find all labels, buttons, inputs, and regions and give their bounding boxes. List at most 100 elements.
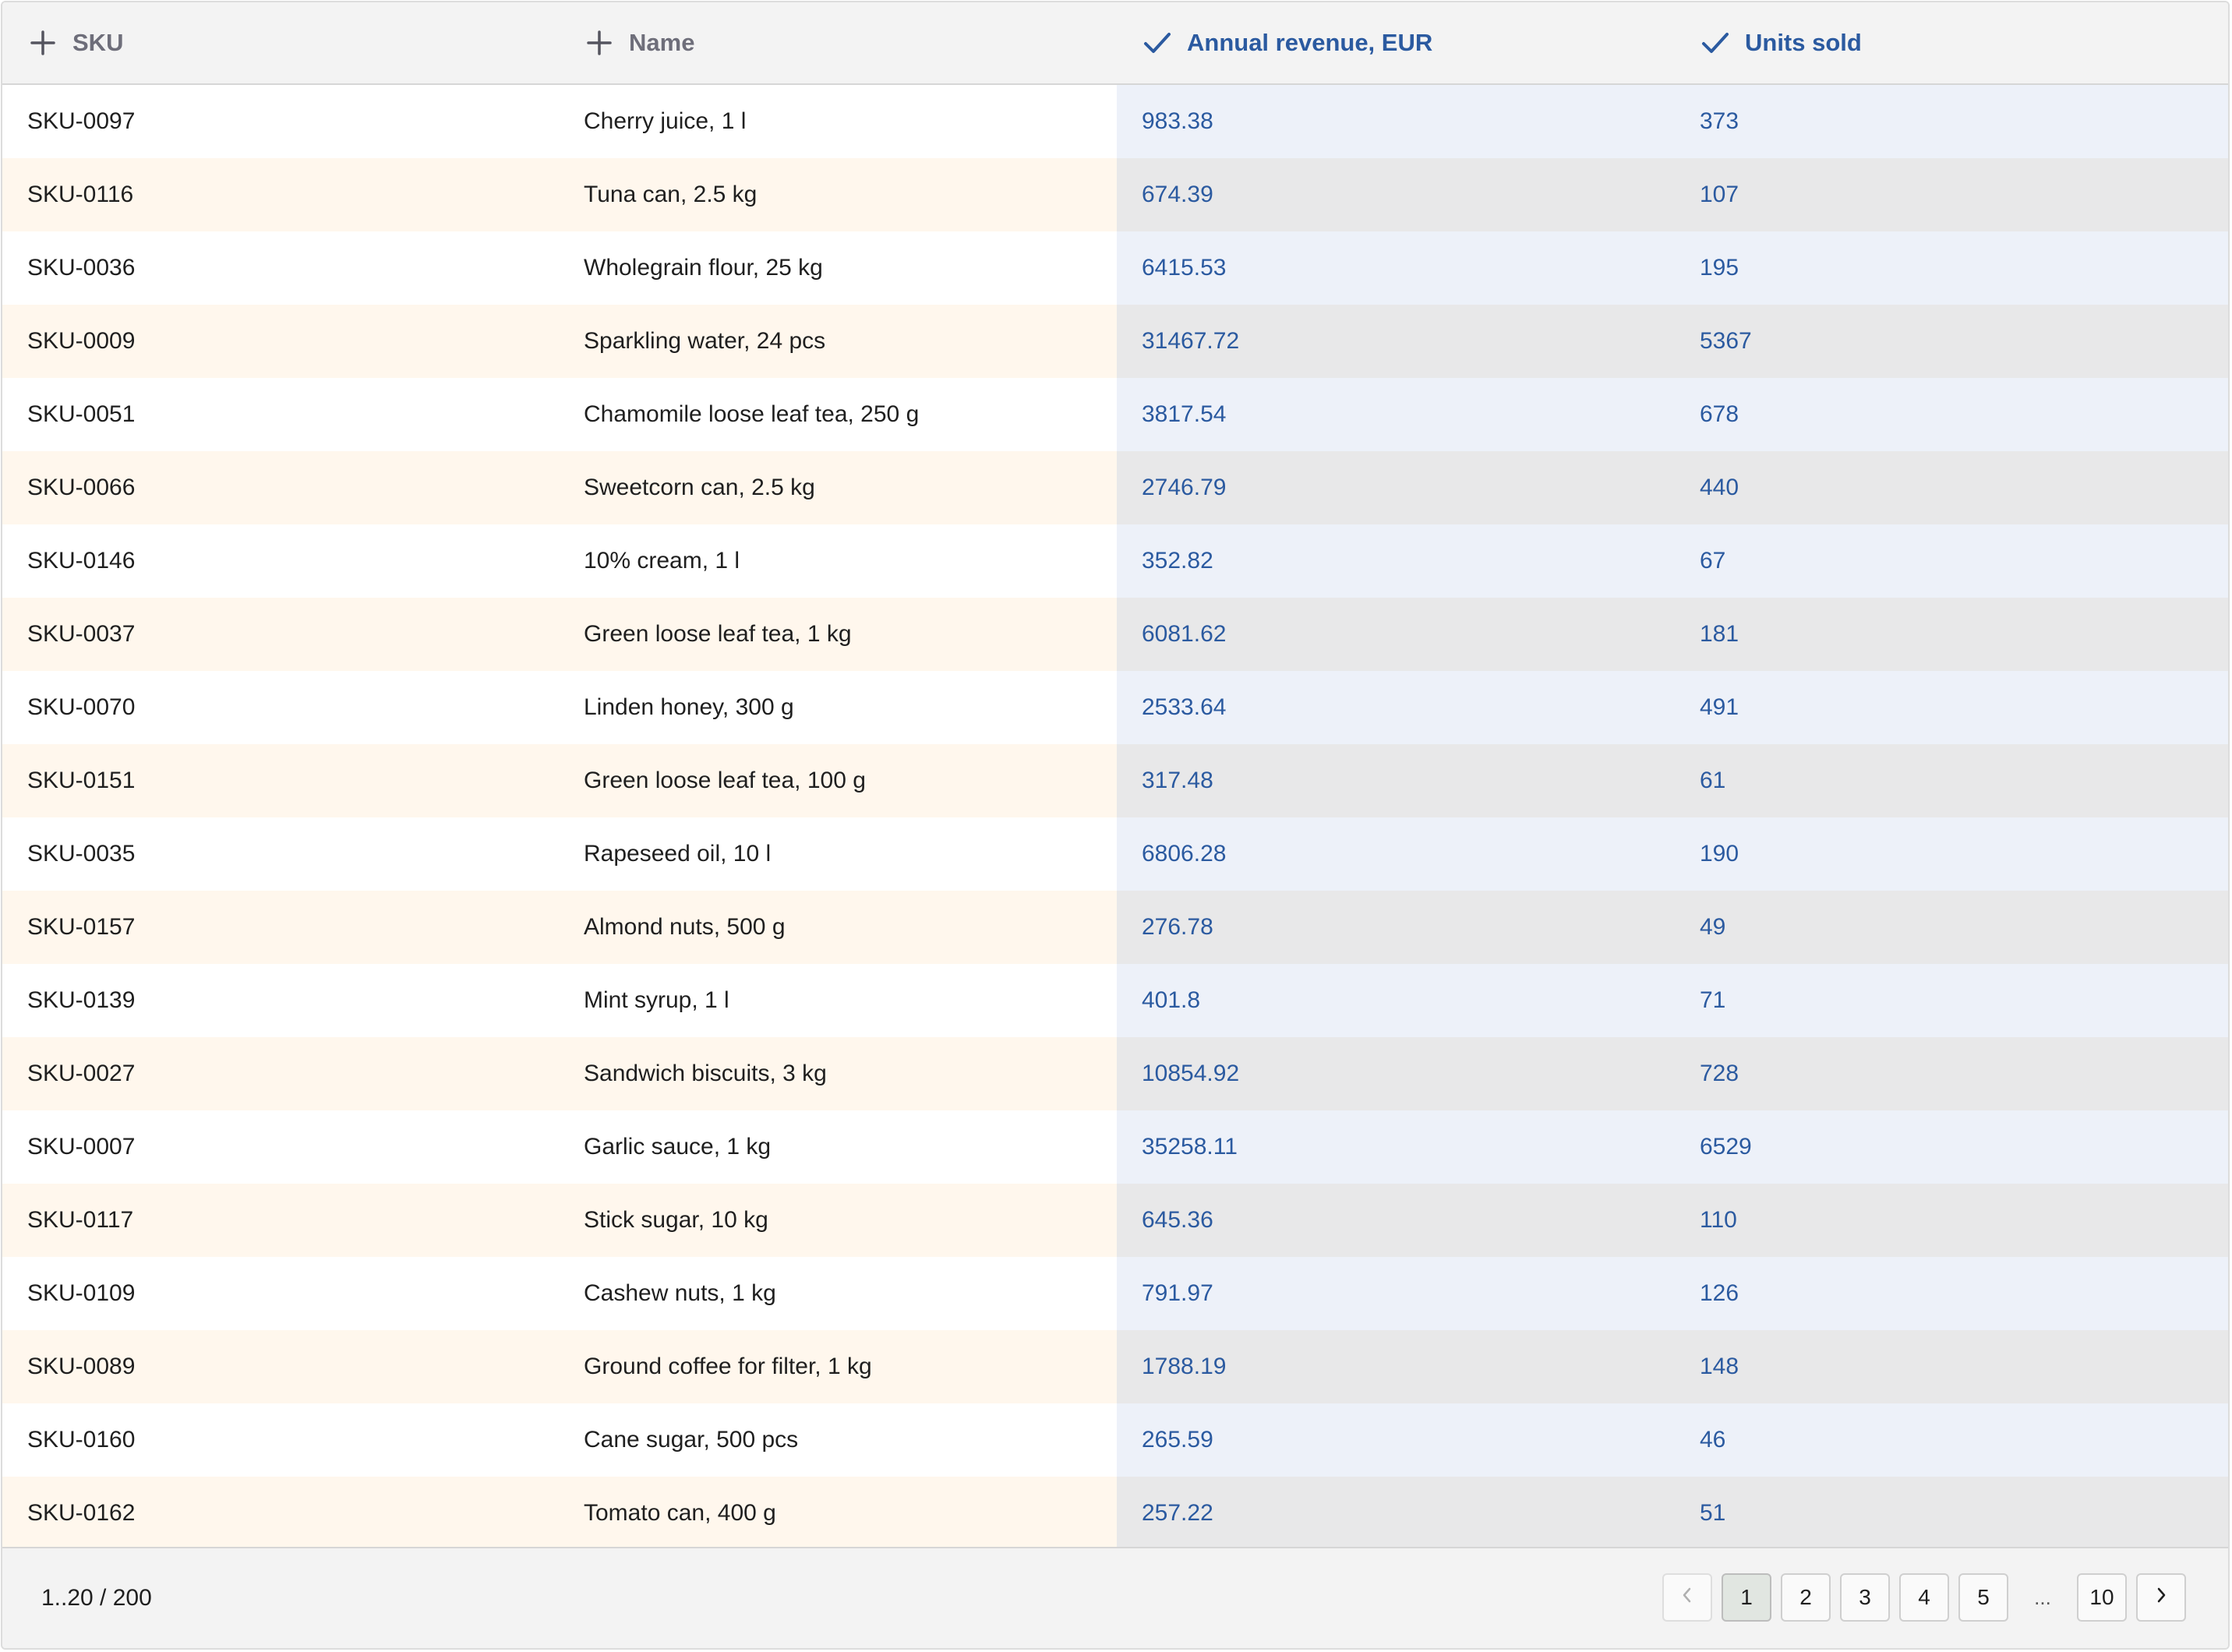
chevron-right-icon [2152, 1585, 2170, 1610]
cell-units-sold: 195 [1675, 231, 2228, 305]
cell-annual-revenue: 276.78 [1117, 891, 1675, 964]
table-row[interactable]: SKU-0116 Tuna can, 2.5 kg 674.39 107 [2, 158, 2228, 231]
cell-units-sold: 46 [1675, 1403, 2228, 1477]
cell-units-sold: 107 [1675, 158, 2228, 231]
cell-units-sold: 148 [1675, 1330, 2228, 1403]
cell-sku: SKU-0027 [2, 1037, 559, 1110]
table-row[interactable]: SKU-0109 Cashew nuts, 1 kg 791.97 126 [2, 1257, 2228, 1330]
cell-units-sold: 110 [1675, 1184, 2228, 1257]
data-grid: SKU Name Annual revenue, EUR Units sold … [1, 1, 2230, 1650]
table-row[interactable]: SKU-0070 Linden honey, 300 g 2533.64 491 [2, 671, 2228, 744]
check-icon[interactable] [1700, 27, 1731, 58]
table-row[interactable]: SKU-0051 Chamomile loose leaf tea, 250 g3… [2, 378, 2228, 451]
cell-annual-revenue: 2533.64 [1117, 671, 1675, 744]
cell-name: Rapeseed oil, 10 l [559, 817, 1117, 891]
column-header-name[interactable]: Name [584, 2, 694, 83]
cell-sku: SKU-0162 [2, 1477, 559, 1550]
table-row[interactable]: SKU-0151 Green loose leaf tea, 100 g 317.4… [2, 744, 2228, 817]
cell-units-sold: 61 [1675, 744, 2228, 817]
next-page-button[interactable] [2136, 1573, 2186, 1622]
plus-icon[interactable] [584, 27, 615, 58]
column-header-label: Units sold [1745, 29, 1862, 56]
cell-units-sold: 6529 [1675, 1110, 2228, 1184]
cell-sku: SKU-0070 [2, 671, 559, 744]
cell-units-sold: 678 [1675, 378, 2228, 451]
chevron-left-icon [1678, 1585, 1697, 1610]
table-row[interactable]: SKU-0009 Sparkling water, 24 pcs 31467.72 5… [2, 305, 2228, 378]
cell-units-sold: 181 [1675, 598, 2228, 671]
cell-units-sold: 5367 [1675, 305, 2228, 378]
prev-page-button[interactable] [1662, 1573, 1712, 1622]
cell-sku: SKU-0157 [2, 891, 559, 964]
cell-name: 10% cream, 1 l [559, 524, 1117, 598]
cell-annual-revenue: 791.97 [1117, 1257, 1675, 1330]
cell-name: Sandwich biscuits, 3 kg [559, 1037, 1117, 1110]
cell-name: Sweetcorn can, 2.5 kg [559, 451, 1117, 524]
cell-units-sold: 51 [1675, 1477, 2228, 1550]
cell-sku: SKU-0139 [2, 964, 559, 1037]
cell-sku: SKU-0151 [2, 744, 559, 817]
table-row[interactable]: SKU-0036 Wholegrain flour, 25 kg 6415.53 19… [2, 231, 2228, 305]
cell-annual-revenue: 674.39 [1117, 158, 1675, 231]
cell-name: Green loose leaf tea, 1 kg [559, 598, 1117, 671]
table-row[interactable]: SKU-0035 Rapeseed oil, 10 l 6806.28 190 [2, 817, 2228, 891]
cell-sku: SKU-0007 [2, 1110, 559, 1184]
table-row[interactable]: SKU-0037 Green loose leaf tea, 1 kg 6081.6… [2, 598, 2228, 671]
cell-units-sold: 491 [1675, 671, 2228, 744]
cell-annual-revenue: 35258.11 [1117, 1110, 1675, 1184]
cell-annual-revenue: 1788.19 [1117, 1330, 1675, 1403]
cell-sku: SKU-0036 [2, 231, 559, 305]
column-header-units-sold[interactable]: Units sold [1700, 2, 1862, 83]
table-row[interactable]: SKU-0007 Garlic sauce, 1 kg 35258.11 6529 [2, 1110, 2228, 1184]
table-row[interactable]: SKU-0097 Cherry juice, 1 l 983.38 373 [2, 85, 2228, 158]
table-row[interactable]: SKU-0162 Tomato can, 400 g 257.22 51 [2, 1477, 2228, 1550]
cell-annual-revenue: 6081.62 [1117, 598, 1675, 671]
table-row[interactable]: SKU-0089 Ground coffee for filter, 1 kg 17… [2, 1330, 2228, 1403]
cell-name: Stick sugar, 10 kg [559, 1184, 1117, 1257]
table-row[interactable]: SKU-0160 Cane sugar, 500 pcs 265.59 46 [2, 1403, 2228, 1477]
page-button-2[interactable]: 2 [1781, 1573, 1831, 1622]
table-row[interactable]: SKU-0066 Sweetcorn can, 2.5 kg 2746.79 440 [2, 451, 2228, 524]
cell-sku: SKU-0066 [2, 451, 559, 524]
cell-name: Sparkling water, 24 pcs [559, 305, 1117, 378]
page-button-4[interactable]: 4 [1899, 1573, 1949, 1622]
page-button-1[interactable]: 1 [1722, 1573, 1771, 1622]
cell-units-sold: 126 [1675, 1257, 2228, 1330]
cell-name: Mint syrup, 1 l [559, 964, 1117, 1037]
cell-name: Chamomile loose leaf tea, 250 g [559, 378, 1117, 451]
table-row[interactable]: SKU-0027 Sandwich biscuits, 3 kg 10854.92 7… [2, 1037, 2228, 1110]
cell-sku: SKU-0117 [2, 1184, 559, 1257]
cell-name: Tomato can, 400 g [559, 1477, 1117, 1550]
cell-sku: SKU-0051 [2, 378, 559, 451]
cell-units-sold: 728 [1675, 1037, 2228, 1110]
cell-annual-revenue: 352.82 [1117, 524, 1675, 598]
cell-annual-revenue: 2746.79 [1117, 451, 1675, 524]
plus-icon[interactable] [27, 27, 58, 58]
column-header-annual-revenue[interactable]: Annual revenue, EUR [1142, 2, 1432, 83]
page-button-last[interactable]: 10 [2077, 1573, 2127, 1622]
cell-sku: SKU-0109 [2, 1257, 559, 1330]
pagination: 1 2 3 4 5 ... 10 [1653, 1573, 2186, 1622]
row-range-label: 1..20 / 200 [41, 1585, 152, 1611]
table-row[interactable]: SKU-0146 10% cream, 1 l 352.82 67 [2, 524, 2228, 598]
cell-sku: SKU-0089 [2, 1330, 559, 1403]
cell-sku: SKU-0009 [2, 305, 559, 378]
cell-sku: SKU-0116 [2, 158, 559, 231]
cell-name: Tuna can, 2.5 kg [559, 158, 1117, 231]
cell-name: Cashew nuts, 1 kg [559, 1257, 1117, 1330]
table-row[interactable]: SKU-0139 Mint syrup, 1 l 401.8 71 [2, 964, 2228, 1037]
check-icon[interactable] [1142, 27, 1173, 58]
cell-annual-revenue: 983.38 [1117, 85, 1675, 158]
column-header-label: Name [629, 29, 695, 56]
cell-sku: SKU-0097 [2, 85, 559, 158]
page-button-3[interactable]: 3 [1840, 1573, 1890, 1622]
table-row[interactable]: SKU-0117 Stick sugar, 10 kg 645.36 110 [2, 1184, 2228, 1257]
cell-sku: SKU-0037 [2, 598, 559, 671]
cell-name: Cane sugar, 500 pcs [559, 1403, 1117, 1477]
cell-annual-revenue: 3817.54 [1117, 378, 1675, 451]
cell-units-sold: 190 [1675, 817, 2228, 891]
cell-annual-revenue: 10854.92 [1117, 1037, 1675, 1110]
column-header-sku[interactable]: SKU [27, 2, 123, 83]
table-row[interactable]: SKU-0157 Almond nuts, 500 g 276.78 49 [2, 891, 2228, 964]
page-button-5[interactable]: 5 [1958, 1573, 2008, 1622]
